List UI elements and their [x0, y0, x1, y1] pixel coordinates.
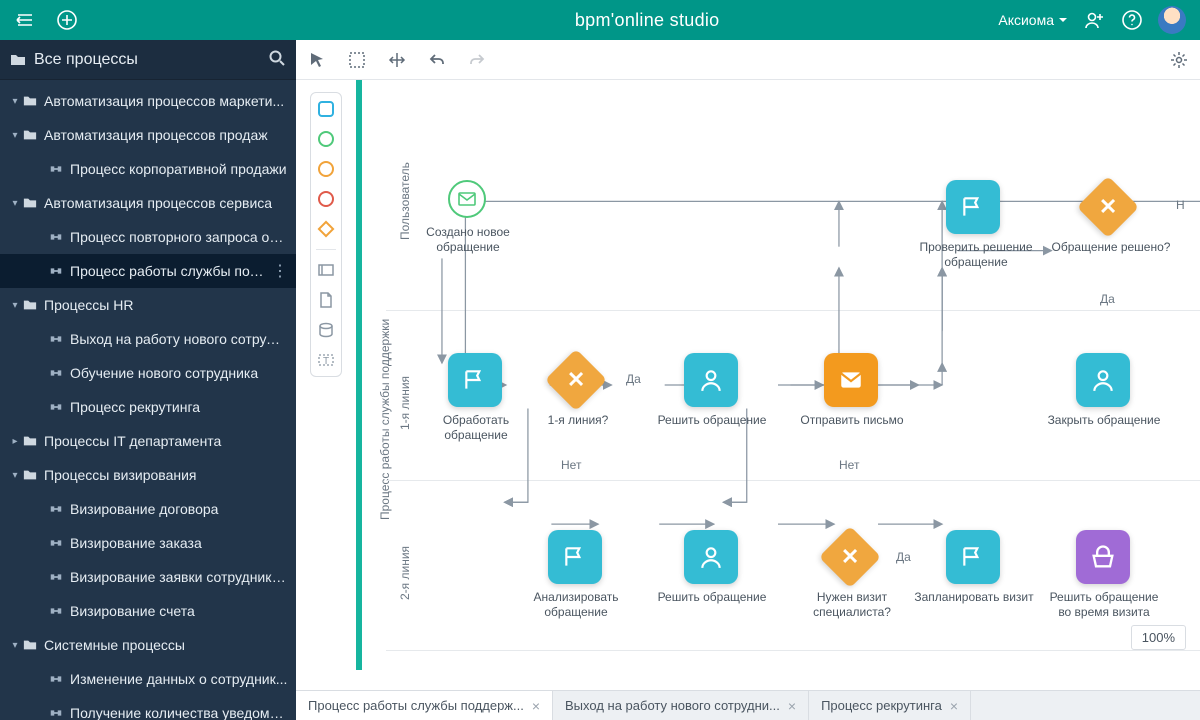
close-icon[interactable]: ×	[788, 698, 796, 714]
editor-tab[interactable]: Процесс рекрутинга×	[809, 691, 971, 720]
settings-icon[interactable]	[1170, 51, 1188, 69]
edge-yes-2: Да	[626, 372, 641, 386]
workspace-dropdown[interactable]: Аксиома	[998, 12, 1068, 28]
task-close[interactable]	[1076, 353, 1130, 407]
sidebar: Все процессы ▾Автоматизация процессов ма…	[0, 40, 296, 720]
tree-process[interactable]: Процесс рекрутинга	[0, 390, 296, 424]
add-icon[interactable]	[54, 7, 80, 33]
canvas-wrap: T Процесс работы службы поддержки Пользо…	[296, 80, 1200, 690]
editor-tabs: Процесс работы службы поддерж...×Выход н…	[296, 690, 1200, 720]
sidebar-title-row: Все процессы	[0, 40, 296, 80]
lasso-tool-icon[interactable]	[348, 51, 366, 69]
pool-label: Процесс работы службы поддержки	[378, 319, 392, 520]
help-icon[interactable]	[1120, 8, 1144, 32]
tree-folder[interactable]: ▾Автоматизация процессов маркети...	[0, 84, 296, 118]
edge-yes-1: Да	[1100, 292, 1115, 306]
close-icon[interactable]: ×	[532, 698, 540, 714]
element-palette: T	[310, 92, 342, 377]
sidebar-title: Все процессы	[34, 51, 138, 69]
close-icon[interactable]: ×	[950, 698, 958, 714]
task-solve-label: Решить обращение	[652, 413, 772, 428]
task-plan[interactable]	[946, 530, 1000, 584]
tree-process[interactable]: Изменение данных о сотрудник...	[0, 662, 296, 696]
editor-toolbar	[296, 40, 1200, 80]
task-analyze-label: Анализировать обращение	[516, 590, 636, 620]
tree-process[interactable]: Получение количества уведомле...	[0, 696, 296, 720]
palette-event-green[interactable]	[316, 129, 336, 149]
task-check-label: Проверить решение обращение	[916, 240, 1036, 270]
start-event[interactable]	[448, 180, 486, 218]
gateway-visit[interactable]: ✕	[819, 526, 881, 588]
tree-process[interactable]: Визирование счета	[0, 594, 296, 628]
tree-process[interactable]: Обучение нового сотрудника	[0, 356, 296, 390]
tree-folder[interactable]: ▾Автоматизация процессов продаж	[0, 118, 296, 152]
search-icon[interactable]	[268, 49, 286, 70]
palette-data-icon[interactable]	[316, 320, 336, 340]
app-header: bpm'online studio Аксиома	[0, 0, 1200, 40]
task-solve2[interactable]	[684, 530, 738, 584]
task-solve[interactable]	[684, 353, 738, 407]
tree-process[interactable]: Визирование заказа	[0, 526, 296, 560]
space-tool-icon[interactable]	[388, 51, 406, 69]
tree-process[interactable]: Выход на работу нового сотрудн...	[0, 322, 296, 356]
palette-file-icon[interactable]	[316, 290, 336, 310]
pointer-tool-icon[interactable]	[308, 51, 326, 69]
task-analyze[interactable]	[548, 530, 602, 584]
gateway-solved[interactable]: ✕	[1077, 176, 1139, 238]
palette-task-blue[interactable]	[316, 99, 336, 119]
tree-folder[interactable]: ▾Процессы визирования	[0, 458, 296, 492]
edge-no-2: Нет	[839, 458, 859, 472]
task-mail[interactable]	[824, 353, 878, 407]
gateway-visit-label: Нужен визит специалиста?	[792, 590, 912, 620]
editor-tab[interactable]: Процесс работы службы поддерж...×	[296, 691, 553, 720]
avatar[interactable]	[1158, 6, 1186, 34]
folder-icon	[10, 52, 26, 68]
tree-process[interactable]: Визирование заявки сотрудника...	[0, 560, 296, 594]
lane-label-1: 1-я линия	[398, 376, 412, 430]
tree-folder[interactable]: ▾Автоматизация процессов сервиса	[0, 186, 296, 220]
palette-event-red[interactable]	[316, 189, 336, 209]
undo-icon[interactable]	[428, 51, 446, 69]
task-solve2-label: Решить обращение	[652, 590, 772, 605]
tree-process[interactable]: Процесс работы службы поддерж...⋮	[0, 254, 296, 288]
gateway-solved-label: Обращение решено?	[1051, 240, 1171, 255]
task-plan-label: Запланировать визит	[914, 590, 1034, 605]
task-mail-label: Отправить письмо	[792, 413, 912, 428]
work-area: T Процесс работы службы поддержки Пользо…	[296, 40, 1200, 720]
svg-text:T: T	[323, 356, 329, 367]
edge-yes-3: Да	[896, 550, 911, 564]
process-tree[interactable]: ▾Автоматизация процессов маркети...▾Авто…	[0, 80, 296, 720]
tree-process[interactable]: Процесс корпоративной продажи	[0, 152, 296, 186]
redo-icon	[468, 51, 486, 69]
tree-process[interactable]: Визирование договора	[0, 492, 296, 526]
tree-folder[interactable]: ▾Процессы HR	[0, 288, 296, 322]
palette-lane-icon[interactable]	[316, 260, 336, 280]
task-visit[interactable]	[1076, 530, 1130, 584]
start-event-label: Создано новое обращение	[408, 225, 528, 255]
edge-no-1: Нет	[561, 458, 581, 472]
gateway-line1[interactable]: ✕	[545, 349, 607, 411]
app-title: bpm'online studio	[296, 10, 998, 31]
tree-folder[interactable]: ▾Системные процессы	[0, 628, 296, 662]
tree-folder[interactable]: ▸Процессы IT департамента	[0, 424, 296, 458]
palette-gateway[interactable]	[316, 219, 336, 239]
tree-process[interactable]: Процесс повторного запроса оц...	[0, 220, 296, 254]
gateway-line1-label: 1-я линия?	[518, 413, 638, 428]
task-check[interactable]	[946, 180, 1000, 234]
menu-toggle-icon[interactable]	[12, 7, 38, 33]
workspace-name: Аксиома	[998, 12, 1054, 28]
task-close-label: Закрыть обращение	[1044, 413, 1164, 428]
add-user-icon[interactable]	[1082, 8, 1106, 32]
lane-label-2: 2-я линия	[398, 546, 412, 600]
edge-h: Н	[1176, 198, 1185, 212]
editor-tab[interactable]: Выход на работу нового сотрудни...×	[553, 691, 809, 720]
palette-event-orange[interactable]	[316, 159, 336, 179]
zoom-indicator[interactable]: 100%	[1131, 625, 1186, 650]
task-handle[interactable]	[448, 353, 502, 407]
bpmn-canvas[interactable]: Процесс работы службы поддержки Пользова…	[356, 80, 1200, 690]
task-visit-label: Решить обращение во время визита	[1044, 590, 1164, 620]
palette-text-icon[interactable]: T	[316, 350, 336, 370]
